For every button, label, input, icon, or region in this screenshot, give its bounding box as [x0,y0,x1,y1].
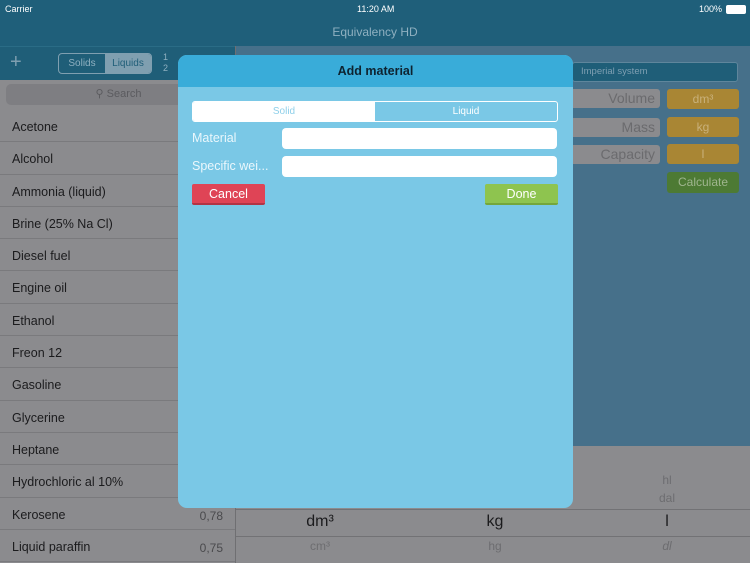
search-placeholder: Search [106,88,142,100]
battery-icon [726,5,746,14]
material-name: Engine oil [12,281,67,296]
segment-liquids[interactable]: Liquids [105,54,151,73]
capacity-unit-button[interactable]: l [667,144,739,164]
picker-item[interactable]: hl [617,473,717,487]
clock: 11:20 AM [357,4,395,14]
material-name: Alcohol [12,152,53,167]
material-input[interactable] [282,128,557,149]
calculate-button[interactable]: Calculate [667,172,739,193]
material-type-segment: Solid Liquid [192,101,558,122]
material-name: Heptane [12,442,60,457]
status-bar: Carrier 11:20 AM 100% [0,0,750,20]
material-name: Gasoline [12,378,62,393]
mass-unit-button[interactable]: kg [667,117,739,137]
volume-unit-button[interactable]: dm³ [667,89,739,109]
picker-item[interactable]: hg [445,539,545,553]
picker-item[interactable]: kg [445,513,545,531]
segment-solid[interactable]: Solid [193,102,375,121]
sort-top: 1 [163,52,169,62]
battery-percent: 100% [698,4,722,14]
material-name: Acetone [12,120,58,134]
volume-field[interactable]: Volume [570,89,660,108]
material-name: Brine (25% Na Cl) [12,216,113,231]
material-name: Liquid paraffin [12,539,91,554]
done-button[interactable]: Done [485,184,558,205]
specific-weight-label: Specific wei... [192,159,269,173]
material-value: 0,78 [199,508,223,523]
material-name: Freon 12 [12,346,63,361]
system-selector[interactable]: Imperial system [572,62,738,82]
picker-item[interactable]: dm³ [270,513,370,531]
picker-item[interactable]: cm³ [270,539,370,553]
specific-weight-input[interactable] [282,156,557,177]
material-name: Kerosene [12,507,66,522]
picker-item[interactable]: dal [617,491,717,505]
capacity-field[interactable]: Capacity [570,145,660,164]
app-title: Equivalency HD [0,20,750,46]
picker-line [236,536,750,537]
plus-icon[interactable]: + [10,51,22,74]
material-label: Material [192,131,237,145]
material-value: 0,75 [199,540,223,555]
material-name: Ammonia (liquid) [12,184,106,199]
type-segment: Solids Liquids [58,53,152,74]
carrier: Carrier [5,4,33,14]
add-material-dialog: Add material Solid Liquid Material Speci… [178,55,573,508]
material-name: Glycerine [12,410,65,425]
sort-button[interactable]: 12 [163,52,168,74]
cancel-button[interactable]: Cancel [192,184,265,205]
material-name: Diesel fuel [12,249,71,264]
sort-bottom: 2 [163,63,169,73]
segment-solids[interactable]: Solids [59,54,105,73]
segment-liquid[interactable]: Liquid [375,102,557,121]
list-item[interactable]: Liquid paraffin 0,75 [0,530,235,563]
picker-line [236,509,750,510]
material-name: Ethanol [12,313,55,328]
material-name: Hydrochloric al 10% [12,475,124,490]
mass-field[interactable]: Mass [570,118,660,137]
dialog-title: Add material [178,55,573,87]
picker-item[interactable]: dl [617,539,717,553]
picker-item[interactable]: l [617,513,717,531]
